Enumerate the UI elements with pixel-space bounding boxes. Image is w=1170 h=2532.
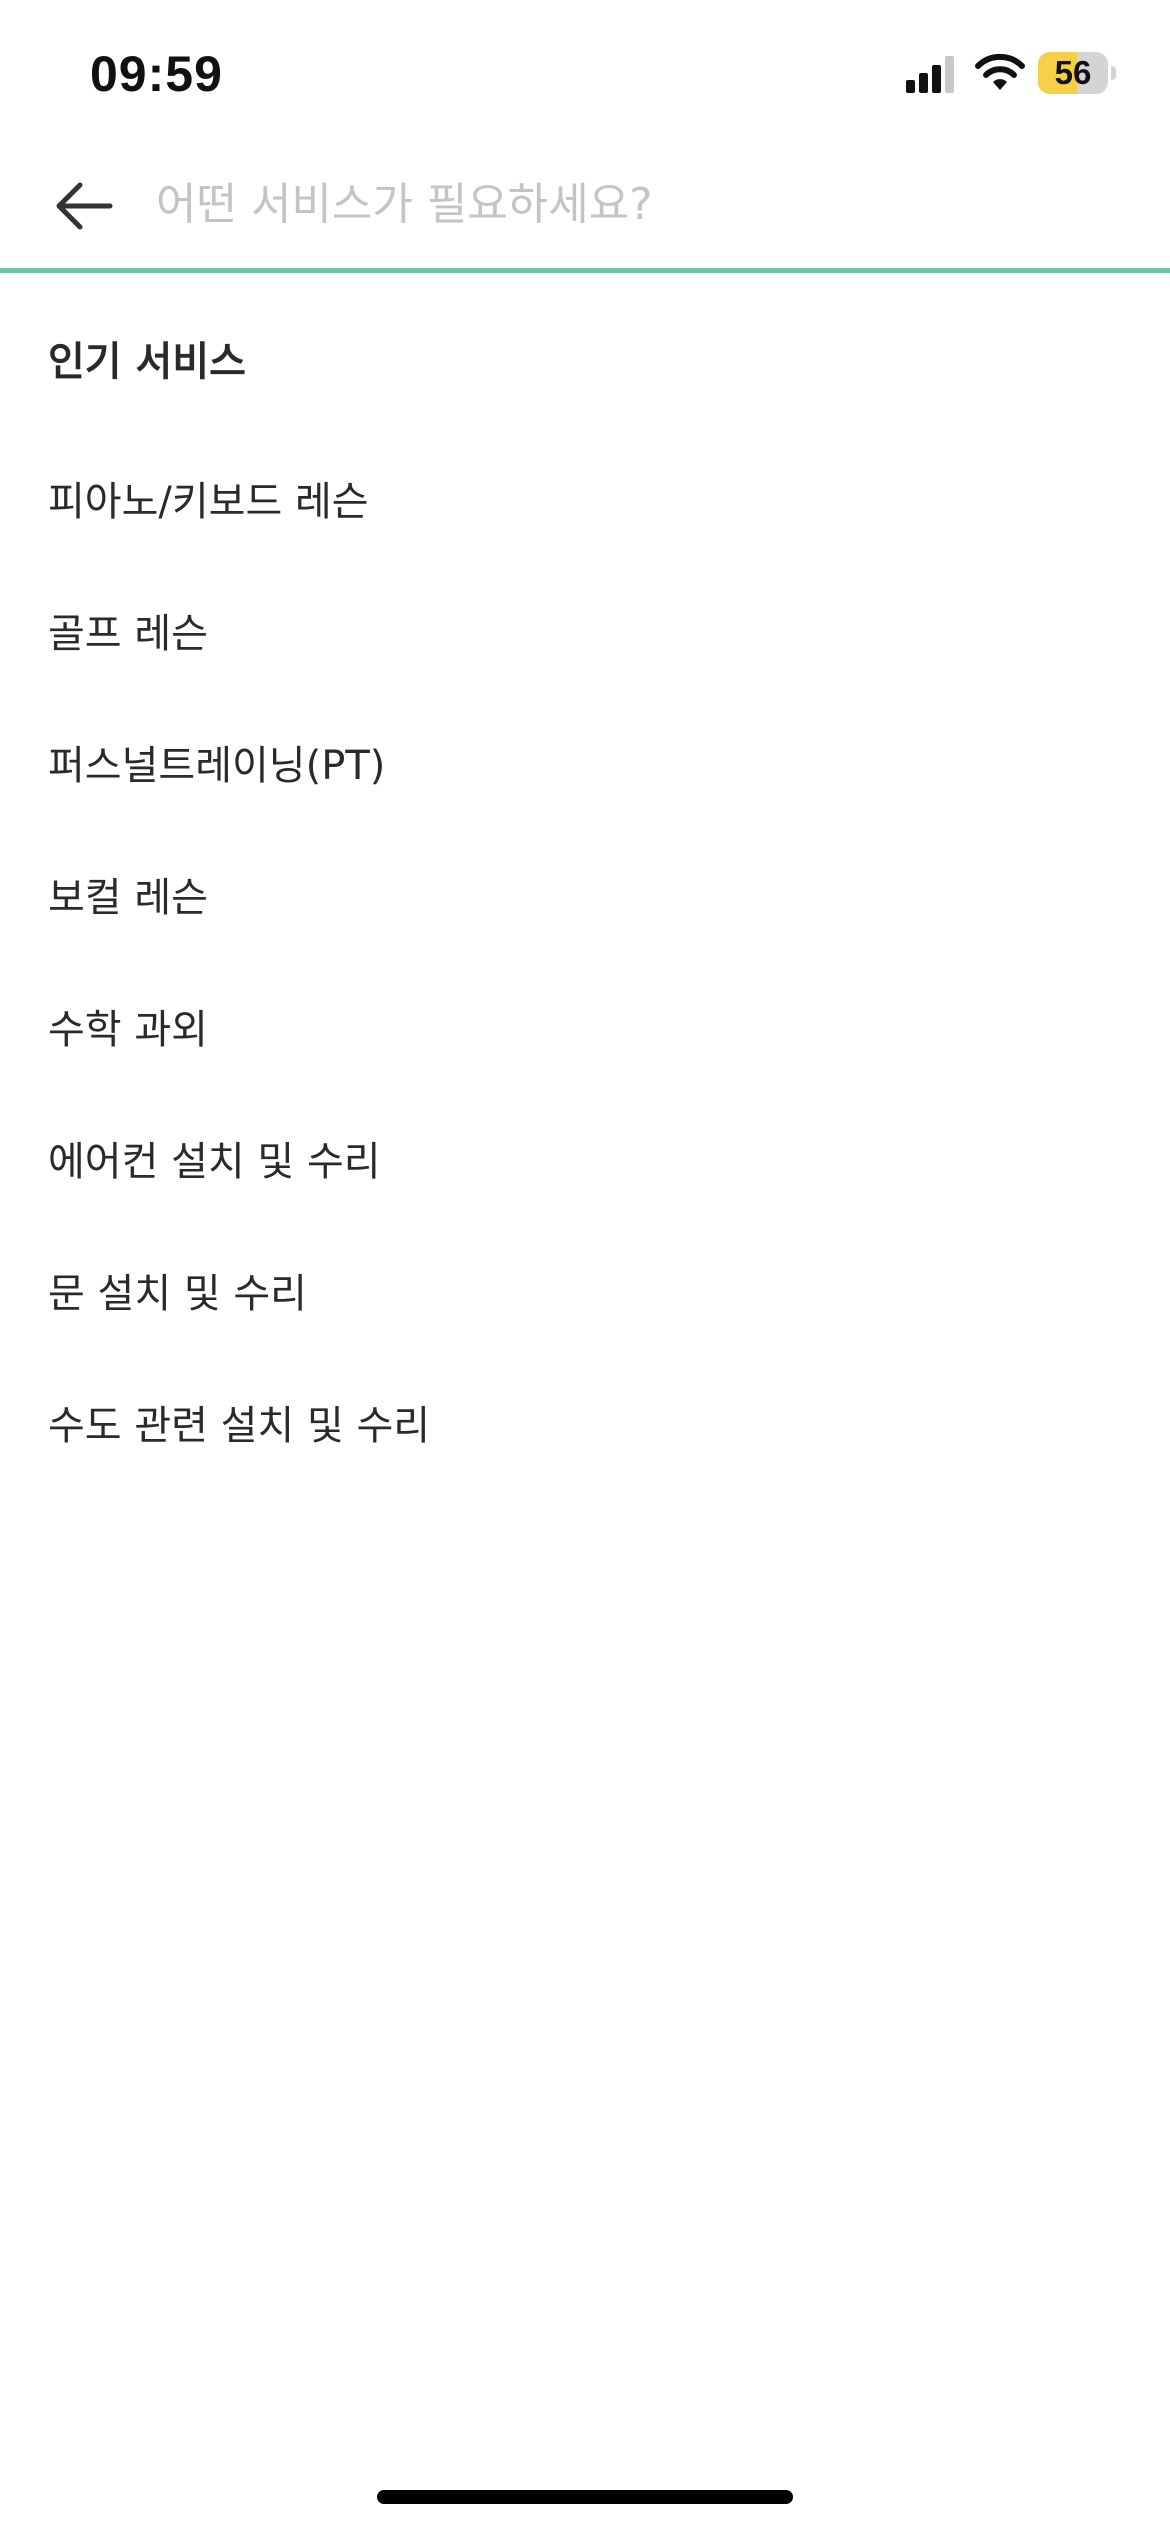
section-title: 인기 서비스 [48, 339, 246, 385]
cellular-signal-icon [906, 54, 958, 94]
wifi-icon [974, 52, 1026, 92]
service-item-golf-lesson[interactable]: 골프 레슨 [0, 564, 1170, 696]
home-indicator [377, 2490, 793, 2504]
battery-body: 56 [1038, 52, 1108, 94]
service-item-door-install-repair[interactable]: 문 설치 및 수리 [0, 1224, 1170, 1356]
service-item-label: 퍼스널트레이닝(PT) [48, 743, 386, 789]
battery-icon: 56 [1038, 52, 1118, 96]
search-header [0, 140, 1170, 273]
service-item-vocal-lesson[interactable]: 보컬 레슨 [0, 828, 1170, 960]
status-time: 09:59 [90, 46, 223, 102]
service-item-personal-training[interactable]: 퍼스널트레이닝(PT) [0, 696, 1170, 828]
service-item-label: 문 설치 및 수리 [48, 1271, 307, 1317]
service-item-piano-keyboard-lesson[interactable]: 피아노/키보드 레슨 [0, 432, 1170, 564]
battery-tip [1111, 66, 1116, 80]
service-item-label: 골프 레슨 [48, 611, 208, 657]
service-item-label: 보컬 레슨 [48, 875, 208, 921]
service-item-label: 피아노/키보드 레슨 [48, 479, 369, 525]
service-item-label: 수학 과외 [48, 1007, 208, 1053]
battery-level: 56 [1054, 54, 1092, 91]
service-item-plumbing-install-repair[interactable]: 수도 관련 설치 및 수리 [0, 1356, 1170, 1488]
service-item-aircon-install-repair[interactable]: 에어컨 설치 및 수리 [0, 1092, 1170, 1224]
service-item-math-tutoring[interactable]: 수학 과외 [0, 960, 1170, 1092]
search-input[interactable] [156, 162, 1116, 246]
service-item-label: 에어컨 설치 및 수리 [48, 1139, 381, 1185]
service-item-label: 수도 관련 설치 및 수리 [48, 1403, 431, 1449]
back-button[interactable] [44, 166, 124, 246]
arrow-left-icon [56, 182, 113, 230]
service-list: 피아노/키보드 레슨 골프 레슨 퍼스널트레이닝(PT) 보컬 레슨 수학 과외… [0, 432, 1170, 1488]
status-bar: 09:59 56 [0, 0, 1170, 140]
